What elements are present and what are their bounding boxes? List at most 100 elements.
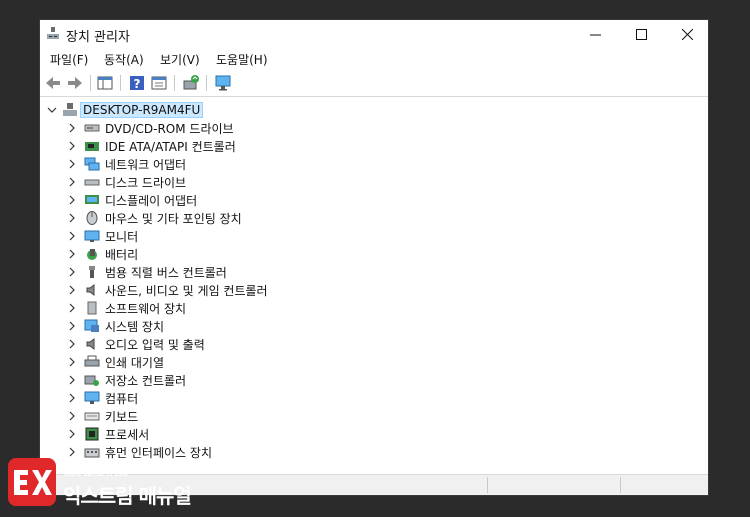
tree-category-item[interactable]: DVD/CD-ROM 드라이브 [66,119,234,137]
category-label: 프로세서 [105,427,150,442]
menu-view[interactable]: 보기(V) [160,51,200,68]
watermark-logo: More Better IT Life 익스트림 매뉴얼 [8,458,208,508]
forward-arrow-icon[interactable] [66,74,84,92]
watermark-brand: 익스트림 매뉴얼 [63,484,192,508]
watermark-tagline: More Better IT Life [64,471,128,478]
tree-category-item[interactable]: 소프트웨어 장치 [66,299,186,317]
ide-controller-icon [85,142,99,151]
chevron-right-icon[interactable] [66,302,78,314]
software-device-icon [87,301,97,315]
device-manager-app-icon [47,27,59,39]
computer-icon [84,391,100,404]
chevron-right-icon[interactable] [66,140,78,152]
chevron-right-icon[interactable] [66,266,78,278]
tree-category-item[interactable]: 사운드, 비디오 및 게임 컨트롤러 [66,281,268,299]
tree-category-item[interactable]: 저장소 컨트롤러 [66,371,186,389]
chevron-right-icon[interactable] [66,176,78,188]
monitor-icon [84,230,100,242]
chevron-right-icon[interactable] [66,230,78,242]
close-icon [681,28,693,40]
printer-icon [84,355,100,367]
chevron-right-icon[interactable] [66,212,78,224]
computer-icon [63,103,77,116]
chevron-right-icon[interactable] [66,320,78,332]
toolbar-divider [206,75,207,91]
tree-category-item[interactable]: 오디오 입력 및 출력 [66,335,205,353]
tree-category-item[interactable]: 컴퓨터 [66,389,138,407]
computer-name: DESKTOP-R9AM4FU [80,102,204,118]
processor-icon [85,427,99,441]
tree-category-item[interactable]: IDE ATA/ATAPI 컨트롤러 [66,137,236,155]
chevron-right-icon[interactable] [66,284,78,296]
category-label: 저장소 컨트롤러 [105,373,187,388]
status-divider [487,477,488,493]
chevron-right-icon[interactable] [66,446,78,458]
category-label: 인쇄 대기열 [105,355,165,370]
minimize-button[interactable] [572,20,618,48]
status-divider [620,477,621,493]
help-icon[interactable]: ? [128,74,146,92]
tree-category-item[interactable]: 네트워크 어댑터 [66,155,186,173]
category-label: 마우스 및 기타 포인팅 장치 [105,211,242,226]
category-label: 오디오 입력 및 출력 [105,337,205,352]
close-button[interactable] [664,20,710,48]
audio-icon [86,338,95,350]
category-label: 네트워크 어댑터 [105,157,187,172]
tree-category-item[interactable]: 디스크 드라이브 [66,173,186,191]
menu-file[interactable]: 파일(F) [50,51,88,68]
category-label: 소프트웨어 장치 [105,301,187,316]
ex-logo-icon [8,458,56,506]
tree-category-item[interactable]: 인쇄 대기열 [66,353,164,371]
svg-text:?: ? [134,77,141,91]
chevron-right-icon[interactable] [66,248,78,260]
tree-category-item[interactable]: 모니터 [66,227,138,245]
category-label: 범용 직렬 버스 컨트롤러 [105,265,227,280]
maximize-button[interactable] [618,20,664,48]
category-label: DVD/CD-ROM 드라이브 [105,121,234,136]
tree-category-item[interactable]: 배터리 [66,245,138,263]
chevron-right-icon[interactable] [66,194,78,206]
properties-icon[interactable] [150,74,168,92]
tree-category-item[interactable]: 키보드 [66,407,138,425]
minimize-icon [589,34,601,35]
menu-help[interactable]: 도움말(H) [216,51,268,68]
category-label: 사운드, 비디오 및 게임 컨트롤러 [105,283,268,298]
update-driver-icon[interactable] [182,74,200,92]
category-label: 디스플레이 어댑터 [105,193,198,208]
tree-root[interactable]: DESKTOP-R9AM4FU [46,101,204,119]
chevron-down-icon[interactable] [46,104,58,116]
toolbar-divider [120,75,121,91]
chevron-right-icon[interactable] [66,392,78,404]
tree-category-item[interactable]: 범용 직렬 버스 컨트롤러 [66,263,227,281]
chevron-right-icon[interactable] [66,158,78,170]
menu-action[interactable]: 동작(A) [104,51,144,68]
battery-icon [87,249,97,260]
maximize-icon [635,28,647,40]
chevron-right-icon[interactable] [66,374,78,386]
mouse-icon [86,211,98,225]
chevron-right-icon[interactable] [66,410,78,422]
device-manager-window: 장치 관리자 파일(F) 동작(A) 보기(V) 도움말(H) ? DESKTO… [39,19,709,496]
chevron-right-icon[interactable] [66,428,78,440]
storage-controller-icon [84,375,99,386]
tree-category-item[interactable]: 시스템 장치 [66,317,164,335]
title-bar: 장치 관리자 [40,20,708,48]
back-arrow-icon[interactable] [44,74,62,92]
window-title: 장치 관리자 [66,30,130,45]
hid-icon [84,448,100,458]
system-device-icon [84,319,99,332]
category-label: IDE ATA/ATAPI 컨트롤러 [105,139,236,154]
tree-category-item[interactable]: 디스플레이 어댑터 [66,191,197,209]
chevron-right-icon[interactable] [66,122,78,134]
show-hide-console-tree-icon[interactable] [96,74,114,92]
chevron-right-icon[interactable] [66,356,78,368]
tree-category-item[interactable]: 마우스 및 기타 포인팅 장치 [66,209,242,227]
dvd-drive-icon [84,124,100,132]
keyboard-icon [84,412,100,421]
tree-category-item[interactable]: 프로세서 [66,425,149,443]
category-label: 시스템 장치 [105,319,165,334]
category-label: 모니터 [105,229,139,244]
scan-hardware-icon[interactable] [214,74,232,92]
toolbar-divider [174,75,175,91]
chevron-right-icon[interactable] [66,338,78,350]
